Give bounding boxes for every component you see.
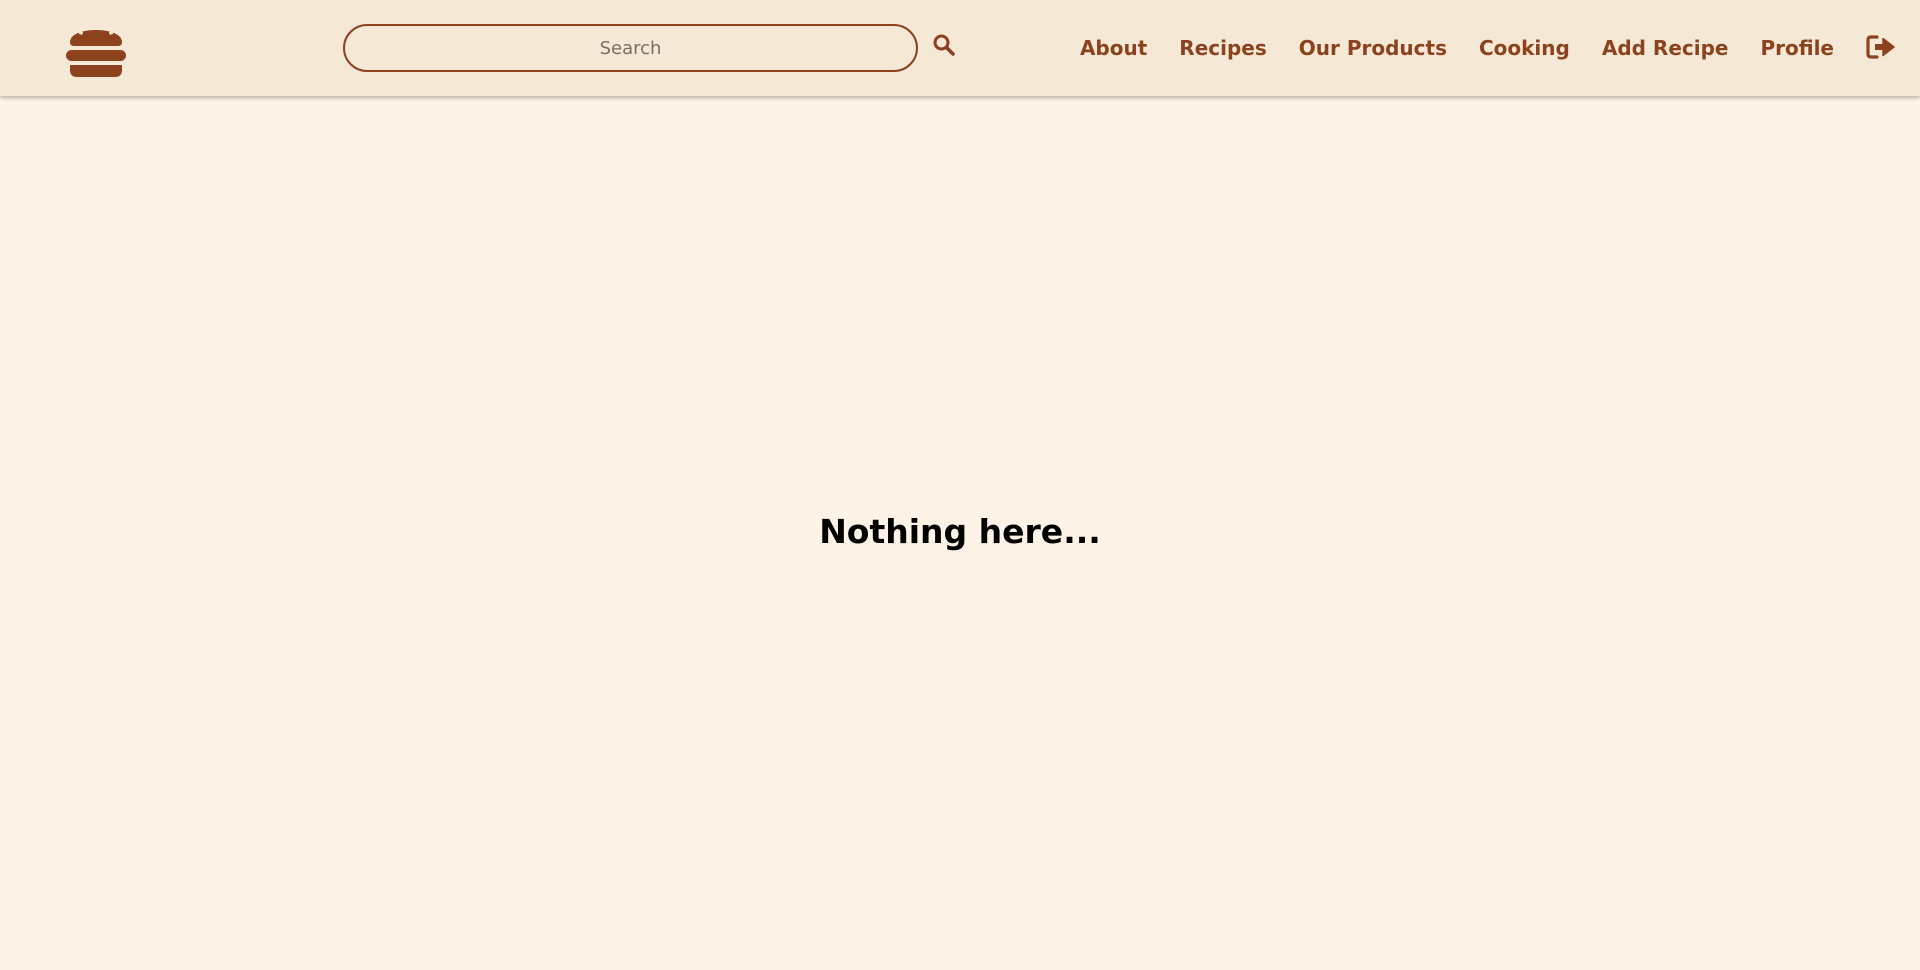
- search-input[interactable]: [343, 24, 918, 72]
- nav-link-about[interactable]: About: [1080, 36, 1147, 60]
- search-icon: [932, 34, 956, 60]
- search-button[interactable]: [930, 32, 958, 60]
- logout-icon: [1866, 34, 1896, 63]
- top-navbar: About Recipes Our Products Cooking Add R…: [0, 0, 1920, 96]
- nav-link-cooking[interactable]: Cooking: [1479, 36, 1570, 60]
- search-bar: [343, 24, 918, 72]
- main-nav: About Recipes Our Products Cooking Add R…: [1048, 0, 1896, 96]
- nav-link-add-recipe[interactable]: Add Recipe: [1602, 36, 1729, 60]
- main-content: Nothing here...: [0, 96, 1920, 970]
- nav-link-our-products[interactable]: Our Products: [1299, 36, 1447, 60]
- nav-link-recipes[interactable]: Recipes: [1179, 36, 1266, 60]
- empty-state-message: Nothing here...: [819, 512, 1101, 551]
- logout-button[interactable]: [1866, 34, 1896, 62]
- nav-link-profile[interactable]: Profile: [1760, 36, 1834, 60]
- burger-logo-icon[interactable]: [66, 20, 126, 78]
